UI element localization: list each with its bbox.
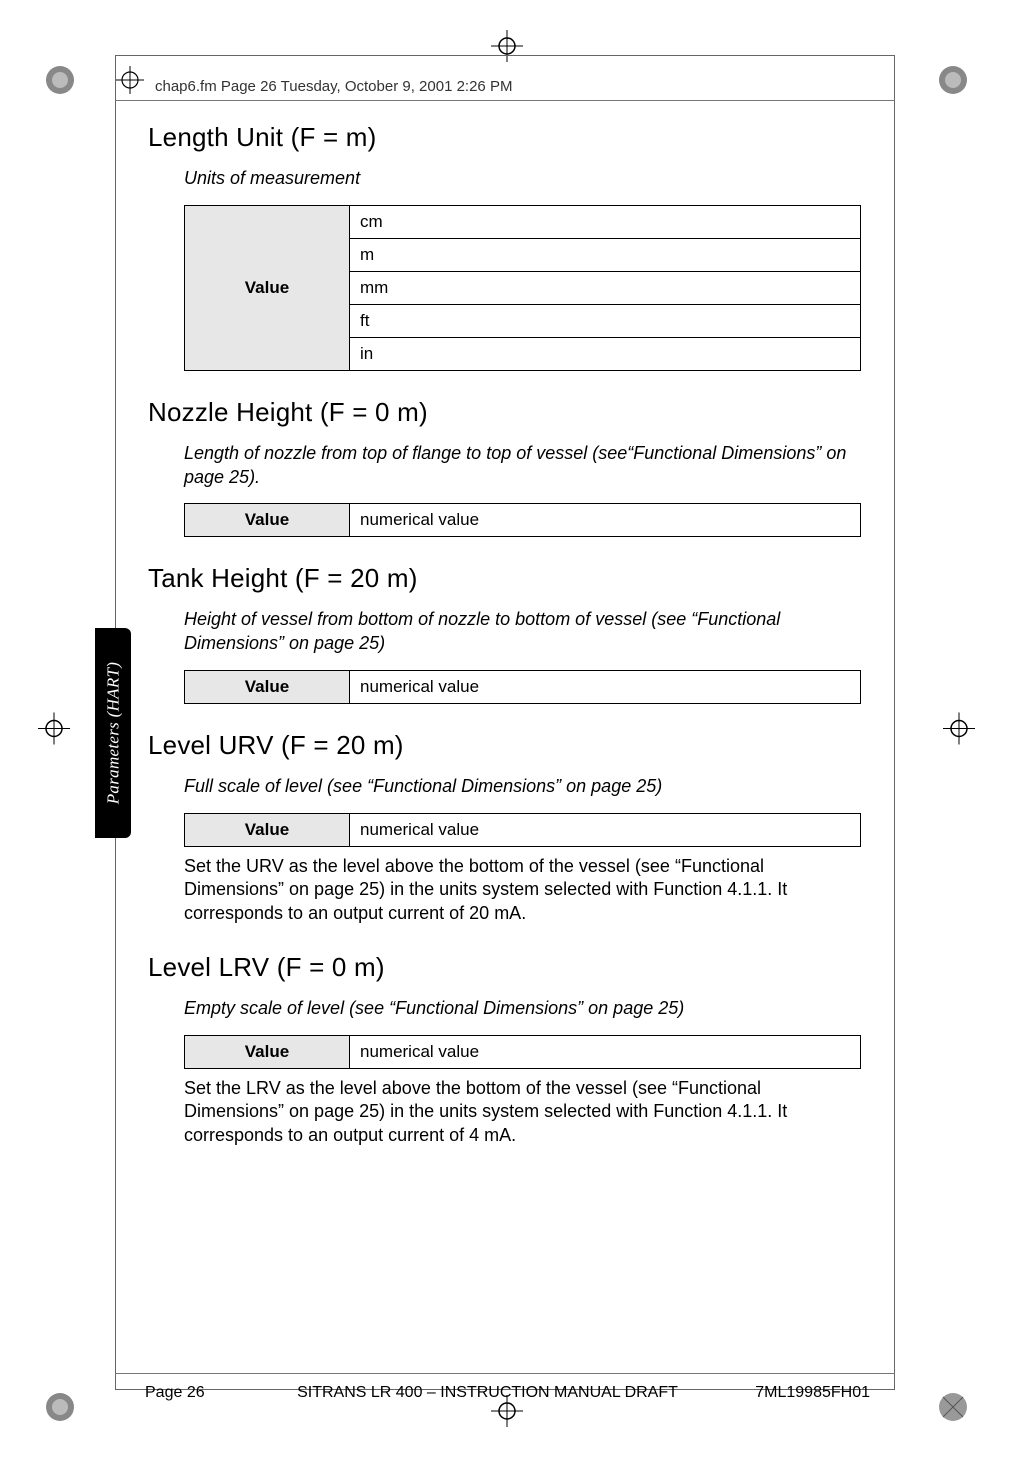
paragraph-level-urv: Set the URV as the level above the botto…: [184, 855, 863, 926]
corner-decoration-icon: [933, 60, 973, 100]
table-row-header: Value: [185, 504, 350, 537]
caption-length-unit: Units of measurement: [184, 167, 863, 191]
table-row-header: Value: [185, 205, 350, 370]
side-tab-label: Parameters (HART): [103, 662, 123, 805]
header-rule: [115, 100, 895, 101]
table-length-unit: Value cm m mm ft in: [184, 205, 861, 371]
table-cell: ft: [350, 304, 861, 337]
running-header: chap6.fm Page 26 Tuesday, October 9, 200…: [155, 78, 512, 95]
table-row-header: Value: [185, 670, 350, 703]
footer-page-number: Page 26: [145, 1384, 265, 1402]
corner-decoration-icon: [40, 60, 80, 100]
table-cell: numerical value: [350, 813, 861, 846]
caption-level-urv: Full scale of level (see “Functional Dim…: [184, 775, 863, 799]
registration-mark-icon: [943, 713, 975, 750]
caption-level-lrv: Empty scale of level (see “Functional Di…: [184, 997, 863, 1021]
table-cell: mm: [350, 271, 861, 304]
table-cell: cm: [350, 205, 861, 238]
page-footer: Page 26 SITRANS LR 400 – INSTRUCTION MAN…: [145, 1384, 870, 1402]
heading-level-urv: Level URV (F = 20 m): [148, 730, 863, 761]
footer-rule: [115, 1373, 895, 1374]
table-cell: numerical value: [350, 504, 861, 537]
table-cell: numerical value: [350, 670, 861, 703]
table-row-header: Value: [185, 813, 350, 846]
heading-nozzle-height: Nozzle Height (F = 0 m): [148, 397, 863, 428]
side-tab: Parameters (HART): [95, 628, 131, 838]
corner-decoration-icon: [933, 1387, 973, 1427]
table-row-header: Value: [185, 1035, 350, 1068]
paragraph-level-lrv: Set the LRV as the level above the botto…: [184, 1077, 863, 1148]
caption-nozzle-height: Length of nozzle from top of flange to t…: [184, 442, 863, 490]
page-content: Length Unit (F = m) Units of measurement…: [148, 122, 863, 1156]
table-tank-height: Value numerical value: [184, 670, 861, 704]
table-cell: numerical value: [350, 1035, 861, 1068]
table-cell: m: [350, 238, 861, 271]
heading-length-unit: Length Unit (F = m): [148, 122, 863, 153]
footer-doc-number: 7ML19985FH01: [710, 1384, 870, 1402]
registration-mark-icon: [38, 713, 70, 750]
table-level-lrv: Value numerical value: [184, 1035, 861, 1069]
corner-decoration-icon: [40, 1387, 80, 1427]
table-level-urv: Value numerical value: [184, 813, 861, 847]
heading-level-lrv: Level LRV (F = 0 m): [148, 952, 863, 983]
table-nozzle-height: Value numerical value: [184, 503, 861, 537]
caption-tank-height: Height of vessel from bottom of nozzle t…: [184, 608, 863, 656]
footer-title: SITRANS LR 400 – INSTRUCTION MANUAL DRAF…: [265, 1384, 710, 1402]
table-cell: in: [350, 337, 861, 370]
heading-tank-height: Tank Height (F = 20 m): [148, 563, 863, 594]
